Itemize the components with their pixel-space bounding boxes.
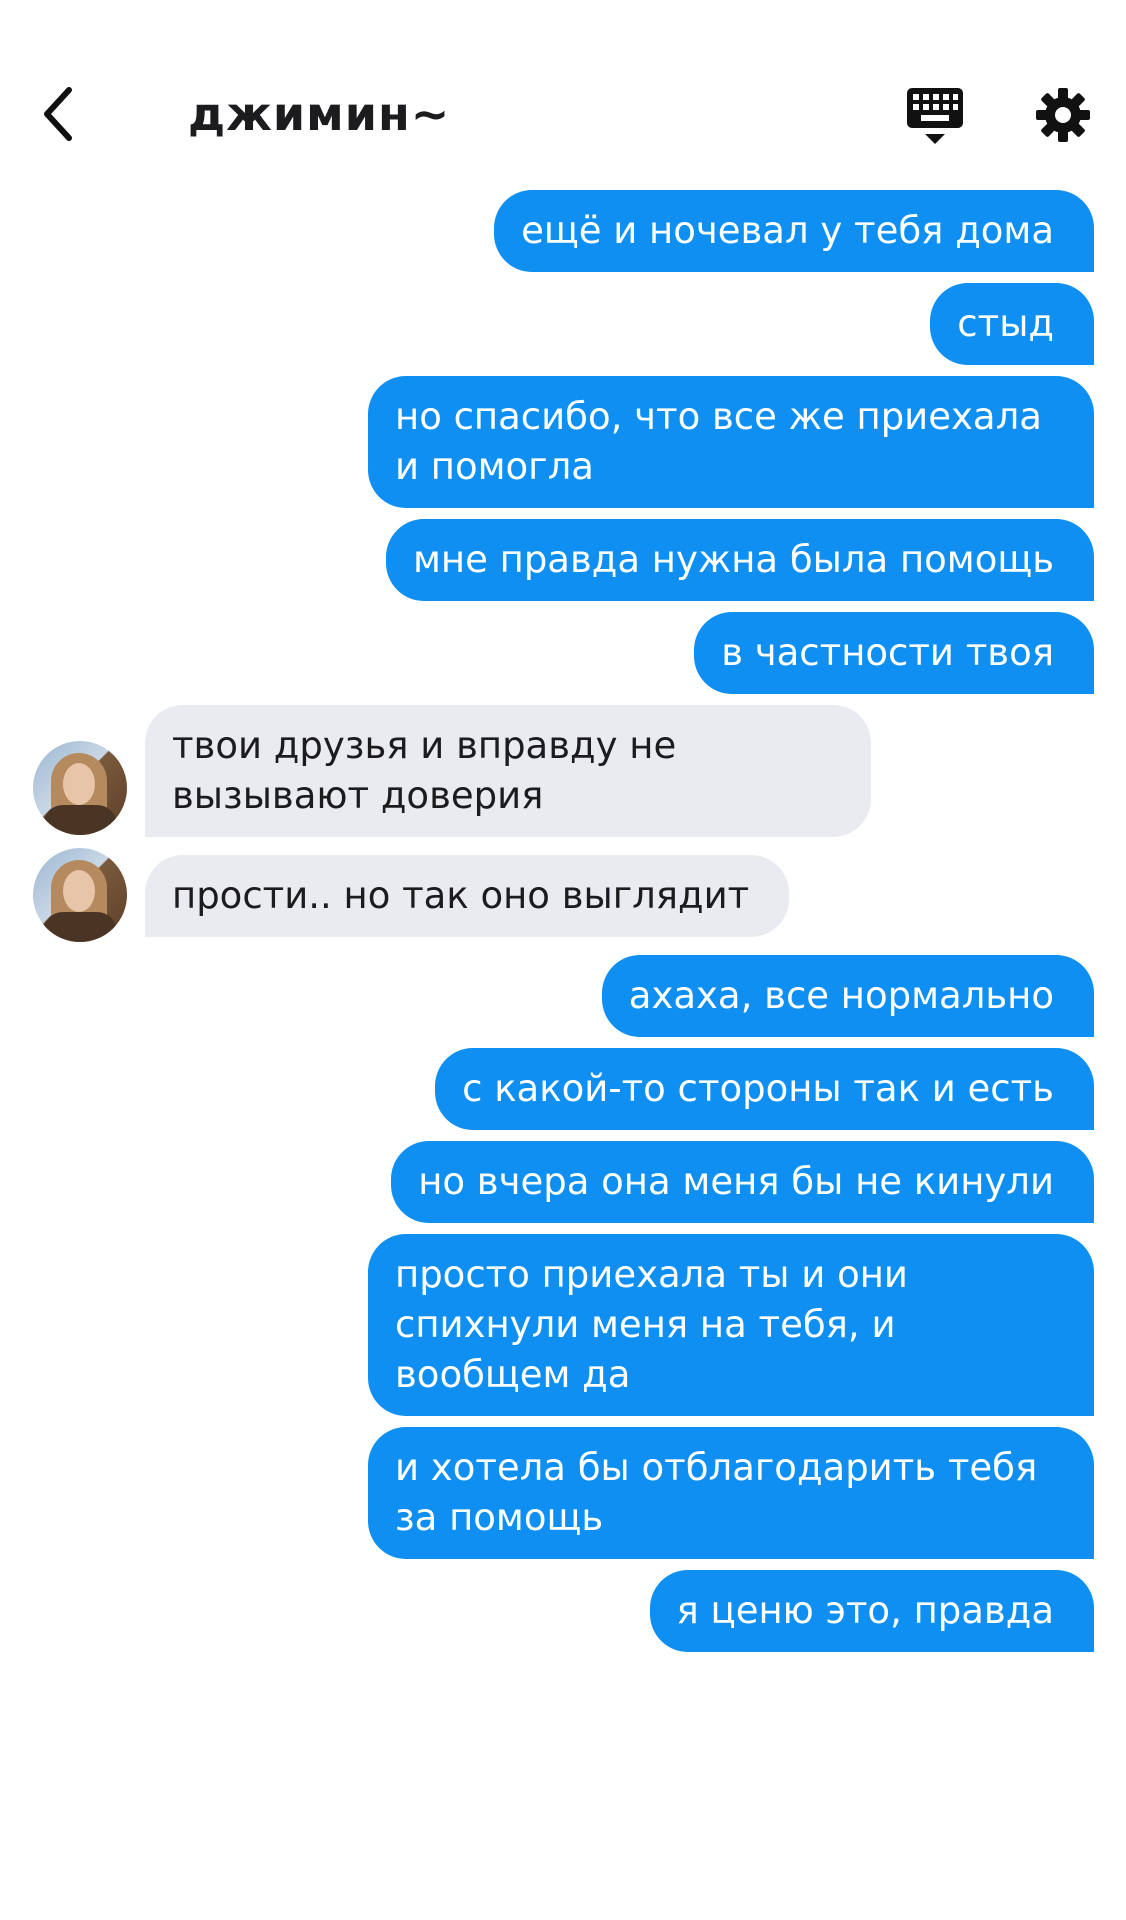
chevron-left-icon [44,87,72,141]
message-outgoing: стыд [0,283,1126,365]
message-bubble[interactable]: и хотела бы отблагодарить тебя за помощь [368,1427,1094,1559]
back-button[interactable] [30,78,86,150]
message-outgoing: но спасибо, что все же приехала и помогл… [0,376,1126,508]
message-outgoing: с какой-то стороны так и есть [0,1048,1126,1130]
message-bubble[interactable]: в частности твоя [694,612,1094,694]
message-outgoing: я ценю это, правда [0,1570,1126,1652]
message-bubble[interactable]: мне правда нужна была помощь [386,519,1094,601]
message-bubble[interactable]: твои друзья и вправду не вызывают довери… [145,705,871,837]
message-incoming: прости.. но так оно выглядит [0,848,1126,944]
message-list: ещё и ночевал у тебя дома стыд но спасиб… [0,190,1126,1663]
message-bubble[interactable]: но спасибо, что все же приехала и помогл… [368,376,1094,508]
avatar[interactable] [33,848,127,942]
message-bubble[interactable]: просто приехала ты и они спихнули меня н… [368,1234,1094,1416]
message-outgoing: ещё и ночевал у тебя дома [0,190,1126,272]
message-bubble[interactable]: но вчера она меня бы не кинули [391,1141,1094,1223]
message-incoming: твои друзья и вправду не вызывают довери… [0,705,1126,837]
message-bubble[interactable]: стыд [930,283,1094,365]
message-bubble[interactable]: с какой-то стороны так и есть [435,1048,1094,1130]
gear-icon [1036,88,1090,142]
message-bubble[interactable]: ахаха, все нормально [601,955,1094,1037]
message-outgoing: в частности твоя [0,612,1126,694]
keyboard-icon [907,88,963,144]
message-bubble[interactable]: прости.. но так оно выглядит [145,855,790,937]
keyboard-button[interactable] [903,84,967,148]
chat-header: джимин~ [0,0,1126,180]
settings-button[interactable] [1034,86,1092,144]
message-outgoing: просто приехала ты и они спихнули меня н… [0,1234,1126,1416]
message-outgoing: мне правда нужна была помощь [0,519,1126,601]
avatar[interactable] [33,741,127,835]
message-outgoing: ахаха, все нормально [0,955,1126,1037]
message-bubble[interactable]: ещё и ночевал у тебя дома [494,190,1094,272]
message-outgoing: и хотела бы отблагодарить тебя за помощь [0,1427,1126,1559]
message-bubble[interactable]: я ценю это, правда [649,1570,1094,1652]
message-outgoing: но вчера она меня бы не кинули [0,1141,1126,1223]
page-title: джимин~ [188,87,451,141]
